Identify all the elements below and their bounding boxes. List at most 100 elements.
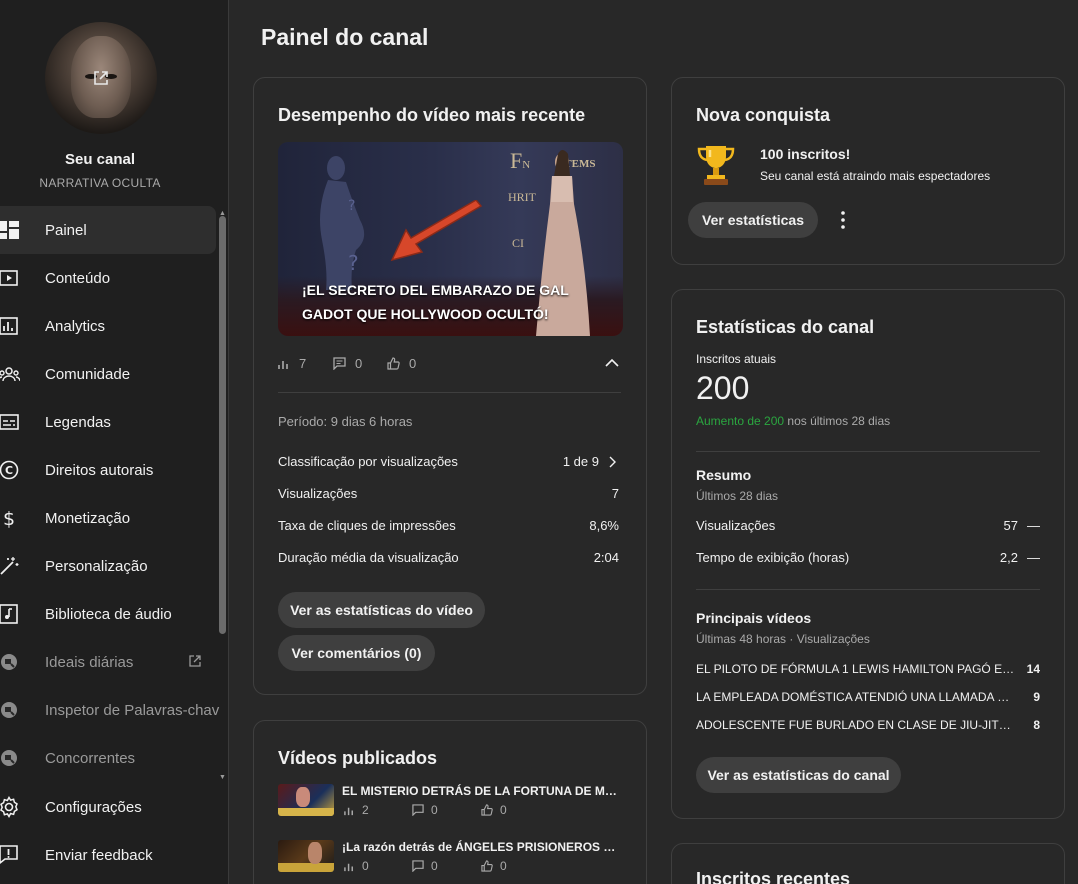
views-count: 7 bbox=[299, 356, 307, 371]
chevron-up-icon[interactable] bbox=[604, 357, 620, 369]
row-label: Tempo de exibição (horas) bbox=[696, 550, 850, 565]
sidebar-item-enviar-feedback[interactable]: Enviar feedback bbox=[0, 831, 216, 879]
comments-count: 0 bbox=[431, 803, 438, 817]
view-stats-button[interactable]: Ver estatísticas bbox=[688, 202, 818, 238]
sidebar-item-personalizacao[interactable]: Personalização bbox=[0, 542, 216, 590]
ctr-row: Taxa de cliques de impressões 8,6% bbox=[278, 518, 619, 533]
extension-icon bbox=[0, 747, 20, 769]
likes-stat: 0 bbox=[387, 356, 416, 371]
likes-count: 0 bbox=[500, 803, 507, 817]
video-stats-button[interactable]: Ver as estatísticas do vídeo bbox=[278, 592, 485, 628]
sidebar-item-direitos-autorais[interactable]: C Direitos autorais bbox=[0, 446, 216, 494]
top-video-views: 14 bbox=[1026, 662, 1040, 676]
comments-count: 0 bbox=[355, 356, 363, 371]
row-label: Visualizações bbox=[278, 486, 358, 501]
trend-indicator: — bbox=[1027, 550, 1040, 565]
community-icon bbox=[0, 363, 20, 385]
analytics-icon bbox=[0, 315, 20, 337]
channel-stats-button[interactable]: Ver as estatísticas do canal bbox=[696, 757, 901, 793]
published-video-row[interactable]: ¡La razón detrás de ÁNGELES PRISIONEROS … bbox=[278, 840, 623, 880]
sidebar-item-painel[interactable]: Painel bbox=[0, 206, 216, 254]
views-stat: 7 bbox=[278, 356, 306, 371]
video-title: EL MISTERIO DETRÁS DE LA FORTUNA DE MARÍ… bbox=[342, 784, 622, 798]
row-value: 7 bbox=[611, 486, 619, 501]
thumbnail-title-text: ¡EL SECRETO DEL EMBARAZO DE GAL GADOT QU… bbox=[302, 282, 569, 322]
row-value: 2:04 bbox=[593, 550, 619, 565]
subscriber-count: 200 bbox=[696, 370, 750, 406]
scroll-down-arrow[interactable]: ▼ bbox=[219, 774, 226, 781]
trophy-icon bbox=[697, 146, 735, 185]
latest-video-thumbnail[interactable]: ? ? FN ITEMS HRIT CI ¡EL SECRETO DEL EMB… bbox=[278, 142, 623, 336]
sidebar: Seu canal NARRATIVA OCULTA Painel Conteú… bbox=[0, 0, 229, 884]
dashboard-icon bbox=[0, 219, 20, 241]
sidebar-item-concorrentes[interactable]: Concorrentes bbox=[0, 734, 216, 782]
likes-stat: 0 bbox=[481, 803, 507, 817]
period-text: Período: 9 dias 6 horas bbox=[278, 414, 413, 429]
recent-subscribers-card: Inscritos recentes bbox=[671, 843, 1065, 884]
top-video-title: ADOLESCENTE FUE BURLADO EN CLASE DE JIU-… bbox=[696, 718, 1016, 732]
sidebar-item-legendas[interactable]: Legendas bbox=[0, 398, 216, 446]
event-logo-graphic: CI bbox=[512, 236, 524, 250]
row-value: 1 de 9 bbox=[562, 454, 599, 469]
red-arrow-graphic bbox=[390, 200, 483, 262]
svg-text:$: $ bbox=[3, 508, 15, 529]
recent-subscribers-title: Inscritos recentes bbox=[696, 869, 851, 884]
achievement-title: 100 inscritos! bbox=[760, 146, 851, 162]
row-label: Visualizações bbox=[696, 518, 776, 533]
published-videos-title: Vídeos publicados bbox=[278, 748, 438, 768]
likes-count: 0 bbox=[409, 356, 417, 371]
bar-chart-icon bbox=[344, 807, 353, 815]
sidebar-item-analytics[interactable]: Analytics bbox=[0, 302, 216, 350]
your-channel-label: Seu canal bbox=[64, 151, 136, 168]
sidebar-scrollbar[interactable] bbox=[219, 216, 226, 634]
published-videos-card: Vídeos publicados EL MISTERIO DETRÁS DE … bbox=[253, 720, 647, 884]
comment-icon bbox=[412, 804, 424, 816]
views-count: 2 bbox=[362, 803, 369, 817]
summary-period: Últimos 28 dias bbox=[696, 489, 779, 503]
feedback-icon bbox=[0, 844, 20, 866]
sidebar-item-biblioteca-audio[interactable]: Biblioteca de áudio bbox=[0, 590, 216, 638]
sidebar-item-configuracoes[interactable]: Configurações bbox=[0, 783, 216, 831]
sidebar-item-comunidade[interactable]: Comunidade bbox=[0, 350, 216, 398]
achievement-card: Nova conquista 100 inscritos! Seu canal … bbox=[671, 77, 1065, 265]
comments-stat: 0 bbox=[412, 859, 438, 873]
dollar-icon: $ bbox=[0, 507, 20, 529]
audio-library-icon bbox=[0, 603, 20, 625]
top-video-title: LA EMPLEADA DOMÉSTICA ATENDIÓ UNA LLAMAD… bbox=[696, 690, 1016, 704]
top-video-views: 9 bbox=[1033, 690, 1040, 704]
svg-text:C: C bbox=[5, 464, 13, 477]
page-title: Painel do canal bbox=[261, 24, 429, 50]
gear-icon bbox=[0, 796, 20, 818]
extension-icon bbox=[0, 699, 20, 721]
ranking-row[interactable]: Classificação por visualizações 1 de 9 bbox=[278, 454, 619, 469]
row-value: 57 bbox=[1003, 518, 1018, 533]
view-comments-button[interactable]: Ver comentários (0) bbox=[278, 635, 435, 671]
top-videos-title: Principais vídeos bbox=[696, 610, 812, 626]
more-options-icon[interactable] bbox=[838, 210, 848, 230]
copyright-icon: C bbox=[0, 459, 20, 481]
divider bbox=[278, 392, 621, 393]
row-value: 2,2 bbox=[999, 550, 1018, 565]
sidebar-item-ideais-diarias[interactable]: Ideais diárias bbox=[0, 638, 216, 686]
sidebar-item-inspetor-palavras[interactable]: Inspetor de Palavras-chav bbox=[0, 686, 219, 734]
comments-stat: 0 bbox=[333, 356, 362, 371]
event-logo-graphic: HRIT bbox=[508, 190, 536, 204]
thumbs-up-icon bbox=[481, 860, 493, 872]
published-video-row[interactable]: EL MISTERIO DETRÁS DE LA FORTUNA DE MARÍ… bbox=[278, 784, 623, 824]
magic-wand-icon bbox=[0, 555, 20, 577]
sidebar-item-label: Personalização bbox=[45, 557, 148, 575]
sidebar-item-conteudo[interactable]: Conteúdo bbox=[0, 254, 216, 302]
external-link-icon bbox=[94, 71, 108, 85]
external-link-icon bbox=[189, 655, 201, 667]
sidebar-item-label: Concorrentes bbox=[45, 749, 136, 767]
channel-avatar[interactable] bbox=[45, 22, 157, 134]
bar-chart-icon bbox=[344, 863, 353, 871]
summary-row-watch-time: Tempo de exibição (horas) 2,2 — bbox=[696, 550, 1040, 565]
video-title: ¡La razón detrás de ÁNGELES PRISIONEROS … bbox=[342, 840, 622, 854]
channel-stats-card: Estatísticas do canal Inscritos atuais 2… bbox=[671, 289, 1065, 819]
sidebar-item-monetizacao[interactable]: $ Monetização bbox=[0, 494, 216, 542]
comment-icon bbox=[412, 860, 424, 872]
sidebar-item-label: Comunidade bbox=[45, 365, 131, 383]
avg-duration-row: Duração média da visualização 2:04 bbox=[278, 550, 619, 565]
latest-video-card-title: Desempenho do vídeo mais recente bbox=[278, 105, 586, 125]
